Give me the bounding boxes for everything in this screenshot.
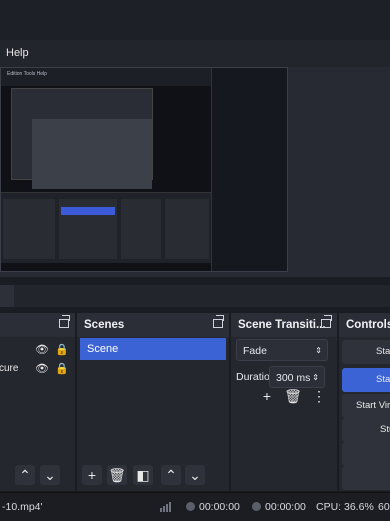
stream-timer: 00:00:00 xyxy=(186,501,240,513)
scene-filters-button[interactable]: ◧ xyxy=(133,465,153,485)
chevron-updown-icon: ⇕ xyxy=(315,346,322,355)
add-scene-button[interactable]: + xyxy=(82,465,102,485)
start-recording-button[interactable]: Start xyxy=(342,368,390,392)
preview-area: Edition Tools Help xyxy=(0,67,390,277)
source-row[interactable]: 👁 🔒 xyxy=(0,341,75,359)
sources-panel: 👁 🔒 cure 👁 🔒 ⌃ ⌄ xyxy=(0,312,76,492)
eye-icon[interactable]: 👁 xyxy=(35,360,49,378)
add-transition-button[interactable]: + xyxy=(257,386,277,406)
remove-scene-button[interactable]: 🗑 xyxy=(107,465,127,485)
controls-panel-header: Controls xyxy=(339,313,390,337)
dock-tab-button[interactable] xyxy=(0,285,14,307)
move-down-button[interactable]: ⌄ xyxy=(185,465,205,485)
record-status-icon xyxy=(252,502,261,511)
studio-mode-button[interactable]: Stu xyxy=(342,418,390,442)
status-bar: -10.mp4' 00:00:00 00:00:00 CPU: 36.6% 60… xyxy=(0,492,390,521)
scenes-panel: Scenes Scene + 🗑 ◧ ⌃ ⌄ xyxy=(76,312,230,492)
move-up-button[interactable]: ⌃ xyxy=(161,465,181,485)
scene-item[interactable]: Scene xyxy=(80,338,226,360)
sources-toolbar: ⌃ ⌄ xyxy=(0,461,75,491)
menu-help[interactable]: Help xyxy=(6,47,29,59)
move-up-button[interactable]: ⌃ xyxy=(15,465,35,485)
exit-button[interactable] xyxy=(342,466,390,490)
start-streaming-button[interactable]: Start xyxy=(342,340,390,364)
undock-icon[interactable] xyxy=(213,315,224,328)
lock-icon[interactable]: 🔒 xyxy=(55,341,69,359)
preview-canvas[interactable]: Edition Tools Help xyxy=(0,67,288,272)
preview-side-window xyxy=(211,68,287,271)
undock-icon[interactable] xyxy=(59,315,70,328)
dock-tab-row xyxy=(0,285,390,307)
window-top-strip xyxy=(0,0,390,40)
preview-nested-screen xyxy=(11,88,153,189)
menu-bar: Help xyxy=(0,40,390,68)
preview-mini-panels xyxy=(1,192,211,263)
source-row[interactable]: cure 👁 🔒 xyxy=(0,360,75,378)
sources-panel-header xyxy=(0,313,75,337)
start-virtual-camera-button[interactable]: Start Virt xyxy=(342,394,390,418)
stream-status-icon xyxy=(186,502,195,511)
record-timer: 00:00:00 xyxy=(252,501,306,513)
transition-properties-button[interactable]: ⋮ xyxy=(309,386,329,406)
transitions-panel-header: Scene Transiti... xyxy=(231,313,337,337)
fps-readout: 60. xyxy=(378,501,390,513)
move-down-button[interactable]: ⌄ xyxy=(40,465,60,485)
duration-spinbox[interactable]: 300 ms ⇕ xyxy=(269,366,325,388)
lock-icon[interactable]: 🔒 xyxy=(55,360,69,378)
scenes-toolbar: + 🗑 ◧ ⌃ ⌄ xyxy=(77,461,229,491)
undock-icon[interactable] xyxy=(321,315,332,328)
scenes-panel-header: Scenes xyxy=(77,313,229,337)
remove-transition-button[interactable]: 🗑 xyxy=(283,386,303,406)
preview-mini-menu: Edition Tools Help xyxy=(1,68,211,86)
settings-button[interactable] xyxy=(342,442,390,466)
controls-panel: Controls Start Start Start Virt Stu xyxy=(338,312,390,492)
status-file: -10.mp4' xyxy=(2,501,43,513)
cpu-usage: CPU: 36.6% xyxy=(316,501,374,513)
transitions-panel: Scene Transiti... Fade ⇕ Duration 300 ms… xyxy=(230,312,338,492)
signal-bars-icon xyxy=(160,501,176,515)
transition-select[interactable]: Fade ⇕ xyxy=(236,339,328,361)
eye-icon[interactable]: 👁 xyxy=(35,341,49,359)
